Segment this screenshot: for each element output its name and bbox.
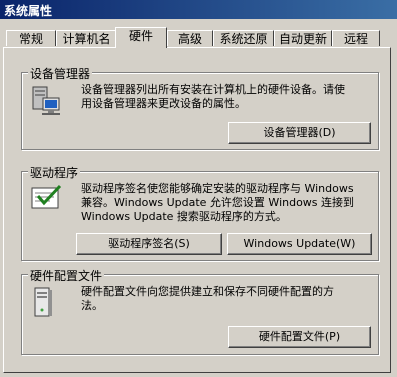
hardware-profiles-title: 硬件配置文件 [28, 267, 105, 284]
device-manager-group: 设备管理器 设备管理器列出所有安装在计算机上的硬件设备。请使 用设备管理器来更改… [21, 65, 379, 150]
tab-strip: 常规 计算机名 硬件 高级 系统还原 自动更新 远程 [0, 27, 397, 48]
driver-signing-button[interactable]: 驱动程序签名(S) [76, 233, 222, 255]
device-manager-title: 设备管理器 [28, 65, 93, 82]
hardware-tab-panel: 设备管理器 设备管理器列出所有安装在计算机上的硬件设备。请使 用设备管理器来更改… [3, 47, 391, 373]
hardware-profiles-group: 硬件配置文件 硬件配置文件向您提供建立和保存不同硬件配置的方 法。 硬件配置文件… [21, 267, 379, 355]
windows-update-button[interactable]: Windows Update(W) [227, 233, 372, 255]
hardware-profiles-desc-line2: 法。 [81, 299, 103, 312]
device-manager-desc-line1: 设备管理器列出所有安装在计算机上的硬件设备。请使 [81, 83, 345, 96]
tab-general[interactable]: 常规 [6, 30, 56, 46]
tab-remote[interactable]: 远程 [332, 30, 380, 46]
drivers-desc-line1: 驱动程序签名使您能够确定安装的驱动程序与 Windows [81, 182, 354, 195]
computer-tower-icon [34, 287, 52, 317]
device-manager-desc-line2: 用设备管理器来更改设备的属性。 [81, 97, 246, 110]
drivers-title: 驱动程序 [28, 164, 81, 181]
window-title: 系统属性 [4, 4, 53, 18]
tab-hardware[interactable]: 硬件 [115, 27, 167, 48]
tab-advanced[interactable]: 高级 [167, 30, 213, 46]
driver-signing-icon [31, 184, 62, 209]
title-bar: 系统属性 [0, 0, 397, 19]
hardware-profiles-desc-line1: 硬件配置文件向您提供建立和保存不同硬件配置的方 [81, 285, 334, 298]
drivers-group: 驱动程序 驱动程序签名使您能够确定安装的驱动程序与 Windows 兼容。Win… [21, 164, 379, 261]
hardware-profiles-button[interactable]: 硬件配置文件(P) [228, 326, 371, 348]
drivers-desc-line3: Windows Update 搜索驱动程序的方式。 [81, 210, 287, 223]
tab-computer-name[interactable]: 计算机名 [56, 30, 117, 46]
device-manager-icon [32, 86, 60, 115]
drivers-desc-line2: 兼容。Windows Update 允许您设置 Windows 连接到 [81, 196, 355, 209]
tab-automatic-updates[interactable]: 自动更新 [274, 30, 332, 46]
tab-system-restore[interactable]: 系统还原 [213, 30, 274, 46]
device-manager-button[interactable]: 设备管理器(D) [228, 122, 371, 144]
